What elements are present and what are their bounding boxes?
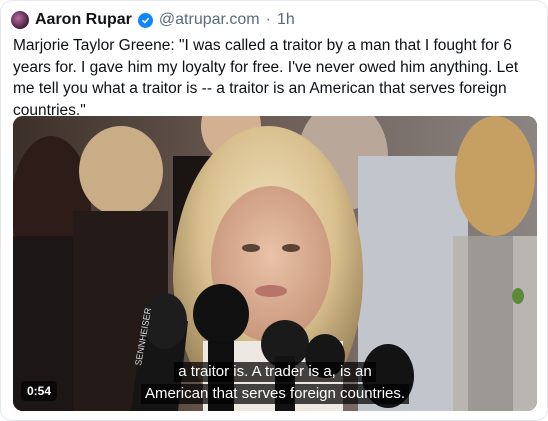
post-card[interactable]: Aaron Rupar @atrupar.com · 1h Marjorie T… xyxy=(0,0,548,421)
separator-dot: · xyxy=(265,11,271,28)
verified-check-icon xyxy=(137,12,153,28)
caption-line-2: American that serves foreign countries. xyxy=(140,384,410,404)
video-caption: a traitor is. A trader is a, is an Ameri… xyxy=(13,362,537,404)
post-time[interactable]: 1h xyxy=(277,9,295,31)
author-handle[interactable]: @atrupar.com xyxy=(159,9,260,31)
video-duration: 0:54 xyxy=(21,381,58,401)
post-header: Aaron Rupar @atrupar.com · 1h xyxy=(11,9,295,31)
post-text: Marjorie Taylor Greene: "I was called a … xyxy=(13,37,519,119)
avatar[interactable] xyxy=(11,11,29,29)
check-mark xyxy=(141,17,150,23)
caption-line-1: a traitor is. A trader is a, is an xyxy=(174,362,376,382)
author-name[interactable]: Aaron Rupar xyxy=(35,9,132,31)
video-player[interactable]: SENNHEISER a traitor is. A trader is a, … xyxy=(13,116,537,411)
